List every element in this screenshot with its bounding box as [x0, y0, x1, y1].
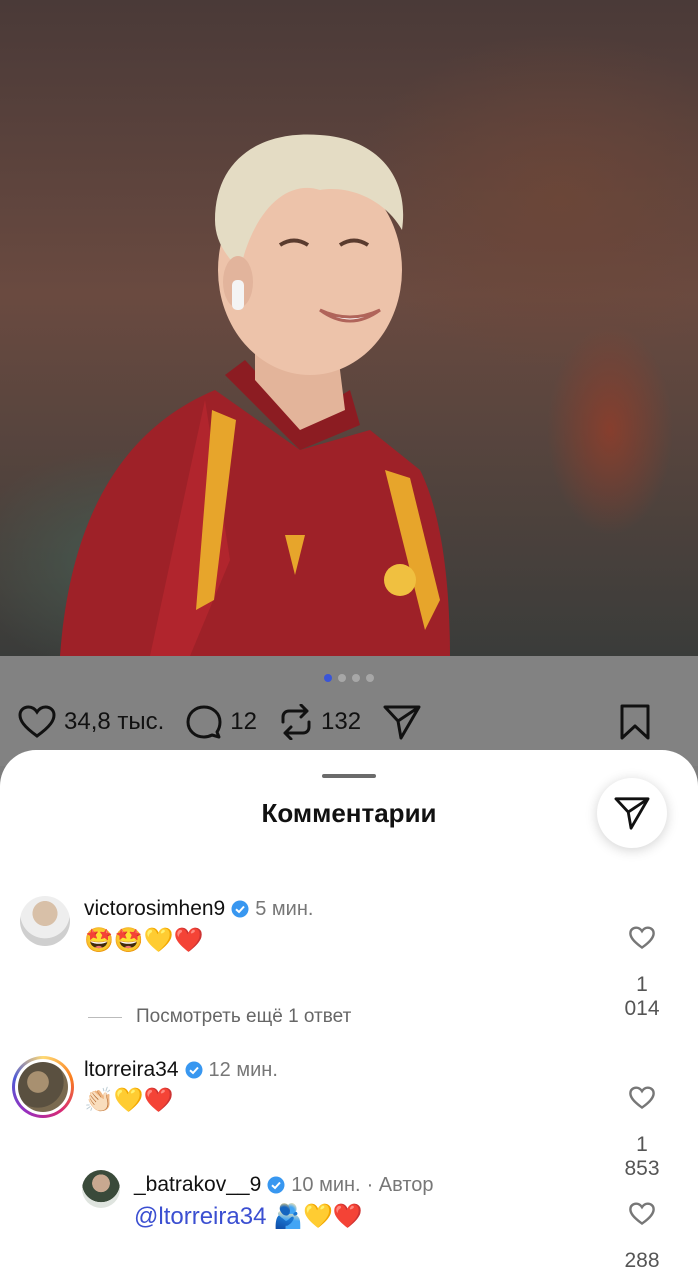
repost-icon — [281, 704, 311, 740]
paper-plane-icon — [383, 705, 421, 740]
comment-meta: ltorreira34 12 мин. — [84, 1058, 278, 1082]
share-button[interactable] — [383, 704, 429, 740]
reposts-count: 132 — [321, 708, 362, 735]
player-illustration — [60, 134, 450, 656]
comments-count: 12 — [230, 708, 257, 735]
comment-like[interactable]: 1 014 — [616, 926, 668, 1021]
verified-badge-icon — [267, 1176, 285, 1194]
repost-button[interactable]: 132 — [279, 704, 361, 740]
drag-handle[interactable] — [322, 774, 376, 778]
comment-text: 👏🏻💛❤️ — [84, 1087, 174, 1114]
heart-icon — [629, 1086, 655, 1110]
reply-like-count: 288 — [624, 1249, 660, 1272]
post-photo[interactable] — [0, 0, 698, 656]
view-more-label: Посмотреть ещё 1 ответ — [136, 1006, 352, 1027]
comment-text: 🤩🤩💛❤️ — [84, 927, 204, 954]
avatar — [18, 1062, 68, 1112]
reply-emojis: 🫂💛❤️ — [273, 1203, 363, 1230]
comment-username[interactable]: victorosimhen9 — [84, 897, 225, 921]
comment-like[interactable]: 1 853 — [616, 1086, 668, 1181]
reply-text: @ltorreira34 🫂💛❤️ — [134, 1202, 363, 1231]
reply-username[interactable]: _batrakov__9 — [134, 1173, 261, 1197]
heart-icon — [18, 705, 56, 738]
comment-time: 5 мин. — [255, 897, 314, 920]
divider — [88, 1016, 122, 1018]
carousel-dot — [352, 674, 360, 682]
view-more-replies[interactable]: Посмотреть ещё 1 ответ — [88, 1006, 351, 1028]
comment-like-count: 1 853 — [624, 1133, 660, 1180]
comment-like-count: 1 014 — [624, 973, 660, 1020]
comment-time: 12 мин. — [208, 1058, 278, 1081]
bookmark-icon — [620, 704, 650, 740]
author-label: · Автор — [366, 1173, 434, 1196]
paper-plane-icon — [614, 797, 650, 830]
heart-icon — [629, 1202, 655, 1226]
verified-badge-icon — [231, 900, 249, 918]
post-actions: 34,8 тыс. 12 132 — [18, 700, 680, 744]
reply-meta: _batrakov__9 10 мин. · Автор — [134, 1173, 434, 1197]
carousel-dot — [338, 674, 346, 682]
avatar-story-ring[interactable] — [12, 1056, 74, 1118]
comment-username[interactable]: ltorreira34 — [84, 1058, 179, 1082]
avatar[interactable] — [82, 1170, 120, 1208]
carousel-dot — [324, 674, 332, 682]
like-button[interactable]: 34,8 тыс. — [18, 705, 164, 739]
reply-like[interactable]: 288 — [616, 1202, 668, 1273]
likes-count: 34,8 тыс. — [64, 708, 165, 735]
reply-time: 10 мин. — [291, 1173, 361, 1196]
mention-link[interactable]: @ltorreira34 — [134, 1203, 266, 1230]
comments-button[interactable]: 12 — [186, 704, 257, 740]
comment-icon — [186, 705, 222, 739]
share-fab-button[interactable] — [597, 778, 667, 848]
carousel-indicator — [0, 674, 698, 682]
avatar[interactable] — [20, 896, 70, 946]
carousel-dot — [366, 674, 374, 682]
save-button[interactable] — [620, 704, 658, 740]
sheet-title: Комментарии — [261, 798, 437, 828]
comment-meta: victorosimhen9 5 мин. — [84, 897, 313, 921]
verified-badge-icon — [185, 1061, 203, 1079]
comments-sheet: Комментарии victorosimhen9 5 мин. 🤩🤩💛❤️ … — [0, 750, 698, 1280]
heart-icon — [629, 926, 655, 950]
